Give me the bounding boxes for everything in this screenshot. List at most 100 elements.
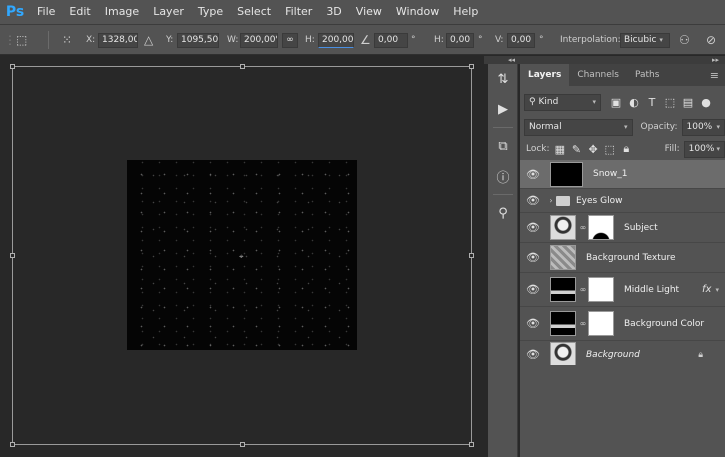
transform-handle-bottom[interactable] <box>240 442 245 447</box>
x-coordinate-field[interactable]: 1328,00 p: <box>98 25 138 55</box>
mask-link-icon[interactable]: ∞ <box>578 319 588 328</box>
chevron-down-icon: ▾ <box>592 98 596 106</box>
menu-help[interactable]: Help <box>446 0 485 24</box>
angle-field[interactable]: 0,00 <box>374 25 408 55</box>
layer-row-subject[interactable]: 👁︎ ∞ Subject <box>520 213 725 243</box>
reference-point-icon[interactable]: ⌖ <box>239 252 244 262</box>
height-field[interactable]: 200,00% <box>318 25 354 55</box>
layers-panel: Layers Channels Paths ≡ ⚲ Kind ▾ ▣ ◐ T ⬚… <box>520 64 725 457</box>
fill-field[interactable]: 100% ▾ <box>683 140 725 158</box>
photoshop-logo: Ps <box>5 4 25 20</box>
lock-transparent-pixels-icon[interactable]: ▦ <box>552 143 569 156</box>
collapse-icons-icon[interactable]: ◂◂ <box>508 56 515 64</box>
blend-mode-select[interactable]: Normal ▾ <box>524 118 633 136</box>
layer-thumbnail <box>550 277 576 302</box>
tab-paths[interactable]: Paths <box>627 64 667 86</box>
filter-pixel-icon[interactable]: ▣ <box>607 96 625 109</box>
transform-handle-top[interactable] <box>240 64 245 69</box>
layer-thumbnail <box>550 245 576 270</box>
layer-mask-thumbnail[interactable] <box>588 277 614 302</box>
visibility-eye-icon[interactable]: 👁︎ <box>520 251 546 264</box>
lock-all-icon[interactable]: 🔒︎ <box>618 142 635 156</box>
properties-icon[interactable]: ⧉ <box>488 131 518 161</box>
transform-handle-right[interactable] <box>469 253 474 258</box>
filter-type-icon[interactable]: T <box>643 96 661 109</box>
canvas-area[interactable]: ⌖ <box>0 56 484 457</box>
layer-mask-thumbnail[interactable] <box>588 215 614 240</box>
layer-row-middle-light[interactable]: 👁︎ ∞ Middle Light fx ▾ <box>520 273 725 307</box>
transform-tool-icon[interactable]: ⬚ <box>16 25 27 55</box>
reference-point-icon[interactable]: ⁙ <box>62 25 72 55</box>
transform-handle-top-right[interactable] <box>469 64 474 69</box>
opacity-label: Opacity: <box>640 122 678 132</box>
warp-mode-icon[interactable]: ⚇ <box>679 25 690 55</box>
menu-filter[interactable]: Filter <box>278 0 319 24</box>
tab-layers[interactable]: Layers <box>520 64 570 86</box>
visibility-eye-icon[interactable]: 👁︎ <box>520 348 546 361</box>
options-bar: ⋮ ⬚ ⁙ X: 1328,00 p: △ Y: 1095,50 p: W: 2… <box>0 24 725 55</box>
layer-mask-thumbnail[interactable] <box>588 311 614 336</box>
layer-effects-icon[interactable]: fx <box>702 284 711 295</box>
info-icon[interactable]: ⓘ <box>488 161 518 191</box>
filter-adjustment-icon[interactable]: ◐ <box>625 96 643 109</box>
chevron-right-icon[interactable]: › <box>546 196 556 205</box>
menu-bar: Ps File Edit Image Layer Type Select Fil… <box>0 0 725 24</box>
visibility-eye-icon[interactable]: 👁︎ <box>520 283 546 296</box>
filter-shape-icon[interactable]: ⬚ <box>661 96 679 109</box>
transform-handle-bottom-right[interactable] <box>469 442 474 447</box>
interpolation-select[interactable]: Bicubic ▾ <box>620 25 670 55</box>
lock-artboard-icon[interactable]: ⬚ <box>601 143 618 156</box>
menu-layer[interactable]: Layer <box>146 0 191 24</box>
menu-3d[interactable]: 3D <box>319 0 348 24</box>
layer-thumbnail <box>550 215 576 240</box>
layer-thumbnail <box>550 161 583 187</box>
expand-panels-icon[interactable]: ▸▸ <box>712 56 719 64</box>
chevron-down-icon: ▾ <box>623 123 628 131</box>
tool-grip: ⋮ <box>4 33 16 47</box>
layer-filter-select[interactable]: ⚲ Kind ▾ <box>524 93 601 111</box>
layer-row-background-texture[interactable]: 👁︎ Background Texture <box>520 243 725 273</box>
layer-name: Eyes Glow <box>576 195 623 206</box>
actions-play-icon[interactable]: ▶ <box>488 94 518 124</box>
relative-position-icon[interactable]: △ <box>144 25 153 55</box>
width-field[interactable]: 200,00% <box>240 25 278 55</box>
transform-handle-top-left[interactable] <box>10 64 15 69</box>
panel-icon-strip: ⇅ ▶ ⧉ ⓘ ⚲ <box>488 64 518 457</box>
visibility-eye-icon[interactable]: 👁︎ <box>520 168 546 181</box>
menu-select[interactable]: Select <box>230 0 278 24</box>
angle-unit: ° <box>411 35 416 45</box>
lock-image-pixels-icon[interactable]: ✎ <box>568 143 585 156</box>
panel-menu-icon[interactable]: ≡ <box>710 69 719 82</box>
menu-file[interactable]: File <box>30 0 62 24</box>
menu-view[interactable]: View <box>349 0 389 24</box>
clone-source-icon[interactable]: ⚲ <box>488 198 518 228</box>
y-coordinate-field[interactable]: 1095,50 p: <box>177 25 219 55</box>
menu-type[interactable]: Type <box>191 0 230 24</box>
layer-row-eyes-glow[interactable]: 👁︎ › Eyes Glow <box>520 189 725 213</box>
v-skew-field[interactable]: 0,00 <box>507 25 535 55</box>
filter-toggle-icon[interactable]: ● <box>697 96 715 109</box>
transform-handle-bottom-left[interactable] <box>10 442 15 447</box>
v-skew-unit: ° <box>539 35 544 45</box>
opacity-field[interactable]: 100% ▾ <box>681 118 725 136</box>
h-skew-field[interactable]: 0,00 <box>446 25 474 55</box>
cancel-transform-icon[interactable]: ⊘ <box>706 25 716 55</box>
menu-edit[interactable]: Edit <box>62 0 97 24</box>
layer-row-background-color[interactable]: 👁︎ ∞ Background Color <box>520 307 725 341</box>
y-label: Y: <box>166 35 174 45</box>
transform-handle-left[interactable] <box>10 253 15 258</box>
history-icon[interactable]: ⇅ <box>488 64 518 94</box>
lock-position-icon[interactable]: ✥ <box>585 143 602 156</box>
maintain-aspect-link-icon[interactable]: ∞ <box>282 25 298 55</box>
filter-smart-object-icon[interactable]: ▤ <box>679 96 697 109</box>
tab-channels[interactable]: Channels <box>569 64 627 86</box>
menu-image[interactable]: Image <box>98 0 146 24</box>
visibility-eye-icon[interactable]: 👁︎ <box>520 317 546 330</box>
mask-link-icon[interactable]: ∞ <box>578 285 588 294</box>
visibility-eye-icon[interactable]: 👁︎ <box>520 221 546 234</box>
mask-link-icon[interactable]: ∞ <box>578 223 588 232</box>
visibility-eye-icon[interactable]: 👁︎ <box>520 194 546 207</box>
chevron-down-icon[interactable]: ▾ <box>715 286 719 294</box>
layer-row-snow-1[interactable]: 👁︎ Snow_1 <box>520 160 725 189</box>
menu-window[interactable]: Window <box>389 0 446 24</box>
